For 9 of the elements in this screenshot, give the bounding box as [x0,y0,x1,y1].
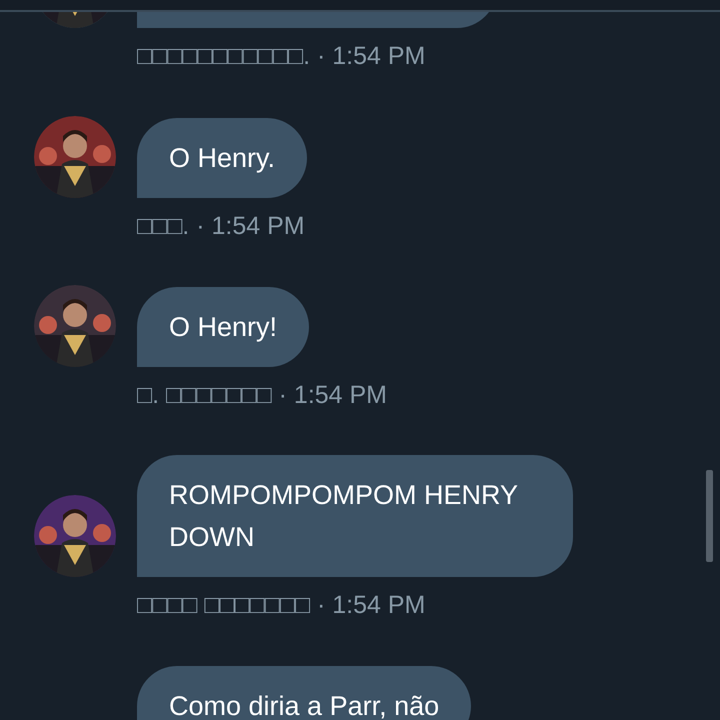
message-bubble: Como diria a Parr, não [137,666,472,720]
scrollbar-icon [706,470,713,562]
message-timestamp: □□□□□□□□□□□. · 1:54 PM [137,41,426,72]
message-timestamp: □□□□ □□□□□□□ · 1:54 PM [137,590,426,620]
message-timestamp: □□□. · 1:54 PM [137,210,306,242]
message-timestamp: □. □□□□□□□ · 1:54 PM [137,380,388,411]
message-bubble: ROMPOMPOMPOM HENRY DOWN [137,454,573,576]
message-bubble: O Henry! [137,287,310,367]
message-bubble: O Henry. [137,118,308,198]
